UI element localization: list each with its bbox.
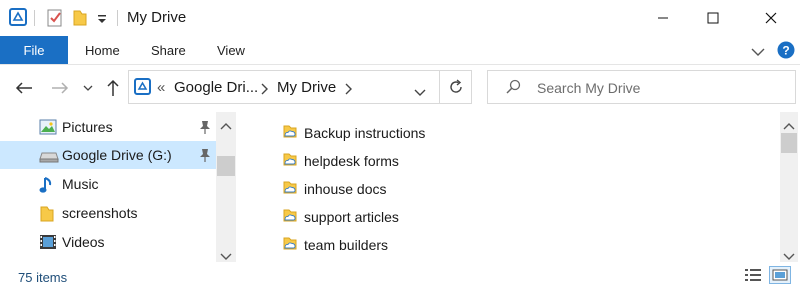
cloud-folder-icon	[282, 179, 298, 200]
pictures-icon	[39, 119, 57, 140]
file-name: inhouse docs	[304, 181, 387, 197]
minimize-button[interactable]	[640, 0, 686, 36]
svg-text:?: ?	[782, 44, 789, 58]
tab-share[interactable]: Share	[151, 36, 186, 64]
sidebar-item-label: screenshots	[62, 205, 138, 221]
list-item[interactable]: helpdesk forms	[282, 148, 399, 174]
window-title: My Drive	[127, 9, 187, 26]
tab-view[interactable]: View	[217, 36, 245, 64]
list-item[interactable]: inhouse docs	[282, 176, 387, 202]
up-button[interactable]	[102, 72, 124, 104]
sidebar-item-label: Pictures	[62, 119, 113, 135]
close-button[interactable]	[748, 0, 794, 36]
drive-icon	[39, 150, 59, 168]
forward-button[interactable]	[46, 72, 74, 104]
cloud-folder-icon	[282, 151, 298, 172]
pin-icon	[199, 148, 211, 167]
breadcrumb-separator-icon[interactable]	[344, 82, 352, 100]
music-icon	[39, 176, 55, 199]
sidebar-item-google-drive[interactable]: Google Drive (G:)	[0, 141, 216, 169]
list-item[interactable]: Backup instructions	[282, 120, 425, 146]
sidebar-item-label: Music	[62, 176, 99, 192]
sidebar-item-pictures[interactable]: Pictures	[0, 113, 216, 141]
recent-locations-icon[interactable]	[80, 72, 96, 104]
drive-app-icon[interactable]	[9, 8, 27, 31]
nav-pane-scrollbar-thumb[interactable]	[217, 156, 235, 176]
address-dropdown-icon[interactable]	[414, 84, 426, 102]
cloud-folder-icon	[282, 235, 298, 256]
cloud-folder-icon	[282, 207, 298, 228]
breadcrumb-my-drive[interactable]: My Drive	[277, 79, 336, 96]
list-item[interactable]: team builders	[282, 232, 388, 258]
file-name: helpdesk forms	[304, 153, 399, 169]
maximize-button[interactable]	[690, 0, 736, 36]
pin-icon	[199, 120, 211, 139]
help-icon[interactable]: ?	[777, 41, 795, 64]
back-button[interactable]	[10, 72, 38, 104]
search-input[interactable]: Search My Drive	[537, 80, 640, 96]
scroll-up-icon[interactable]	[220, 117, 232, 135]
scroll-down-icon[interactable]	[783, 248, 795, 266]
file-name: support articles	[304, 209, 399, 225]
content-scrollbar-thumb[interactable]	[781, 133, 797, 153]
properties-icon[interactable]	[46, 8, 64, 33]
details-view-icon[interactable]	[742, 266, 764, 284]
item-count: 75 items	[18, 270, 68, 285]
sidebar-item-label: Google Drive (G:)	[62, 147, 172, 163]
new-folder-icon[interactable]	[72, 9, 88, 32]
sidebar-item-screenshots[interactable]: screenshots	[0, 199, 216, 227]
drive-location-icon	[134, 78, 151, 100]
breadcrumb-separator-icon[interactable]	[260, 82, 268, 100]
search-box[interactable]	[487, 70, 796, 104]
scroll-up-icon[interactable]	[783, 117, 795, 135]
scroll-down-icon[interactable]	[220, 248, 232, 266]
large-icons-view-icon[interactable]	[769, 266, 791, 284]
sidebar-item-music[interactable]: Music	[0, 170, 216, 198]
breadcrumb-overflow[interactable]: «	[157, 79, 165, 96]
tab-home[interactable]: Home	[85, 36, 120, 64]
sidebar-item-label: Videos	[62, 234, 105, 250]
ribbon	[0, 36, 800, 64]
file-tab[interactable]: File	[0, 36, 68, 64]
expand-ribbon-icon[interactable]	[751, 44, 765, 62]
list-item[interactable]: support articles	[282, 204, 399, 230]
search-icon	[505, 79, 521, 100]
videos-icon	[39, 234, 57, 255]
cloud-folder-icon	[282, 123, 298, 144]
sidebar-item-videos[interactable]: Videos	[0, 228, 216, 256]
title-separator	[117, 10, 118, 26]
file-name: Backup instructions	[304, 125, 426, 141]
folder-icon	[39, 205, 55, 228]
customize-toolbar-icon[interactable]	[96, 12, 108, 30]
refresh-button[interactable]	[439, 70, 472, 104]
ribbon-divider	[0, 64, 800, 65]
title-separator	[34, 10, 35, 26]
breadcrumb-google-drive[interactable]: Google Dri...	[174, 79, 258, 96]
file-name: team builders	[304, 237, 389, 253]
